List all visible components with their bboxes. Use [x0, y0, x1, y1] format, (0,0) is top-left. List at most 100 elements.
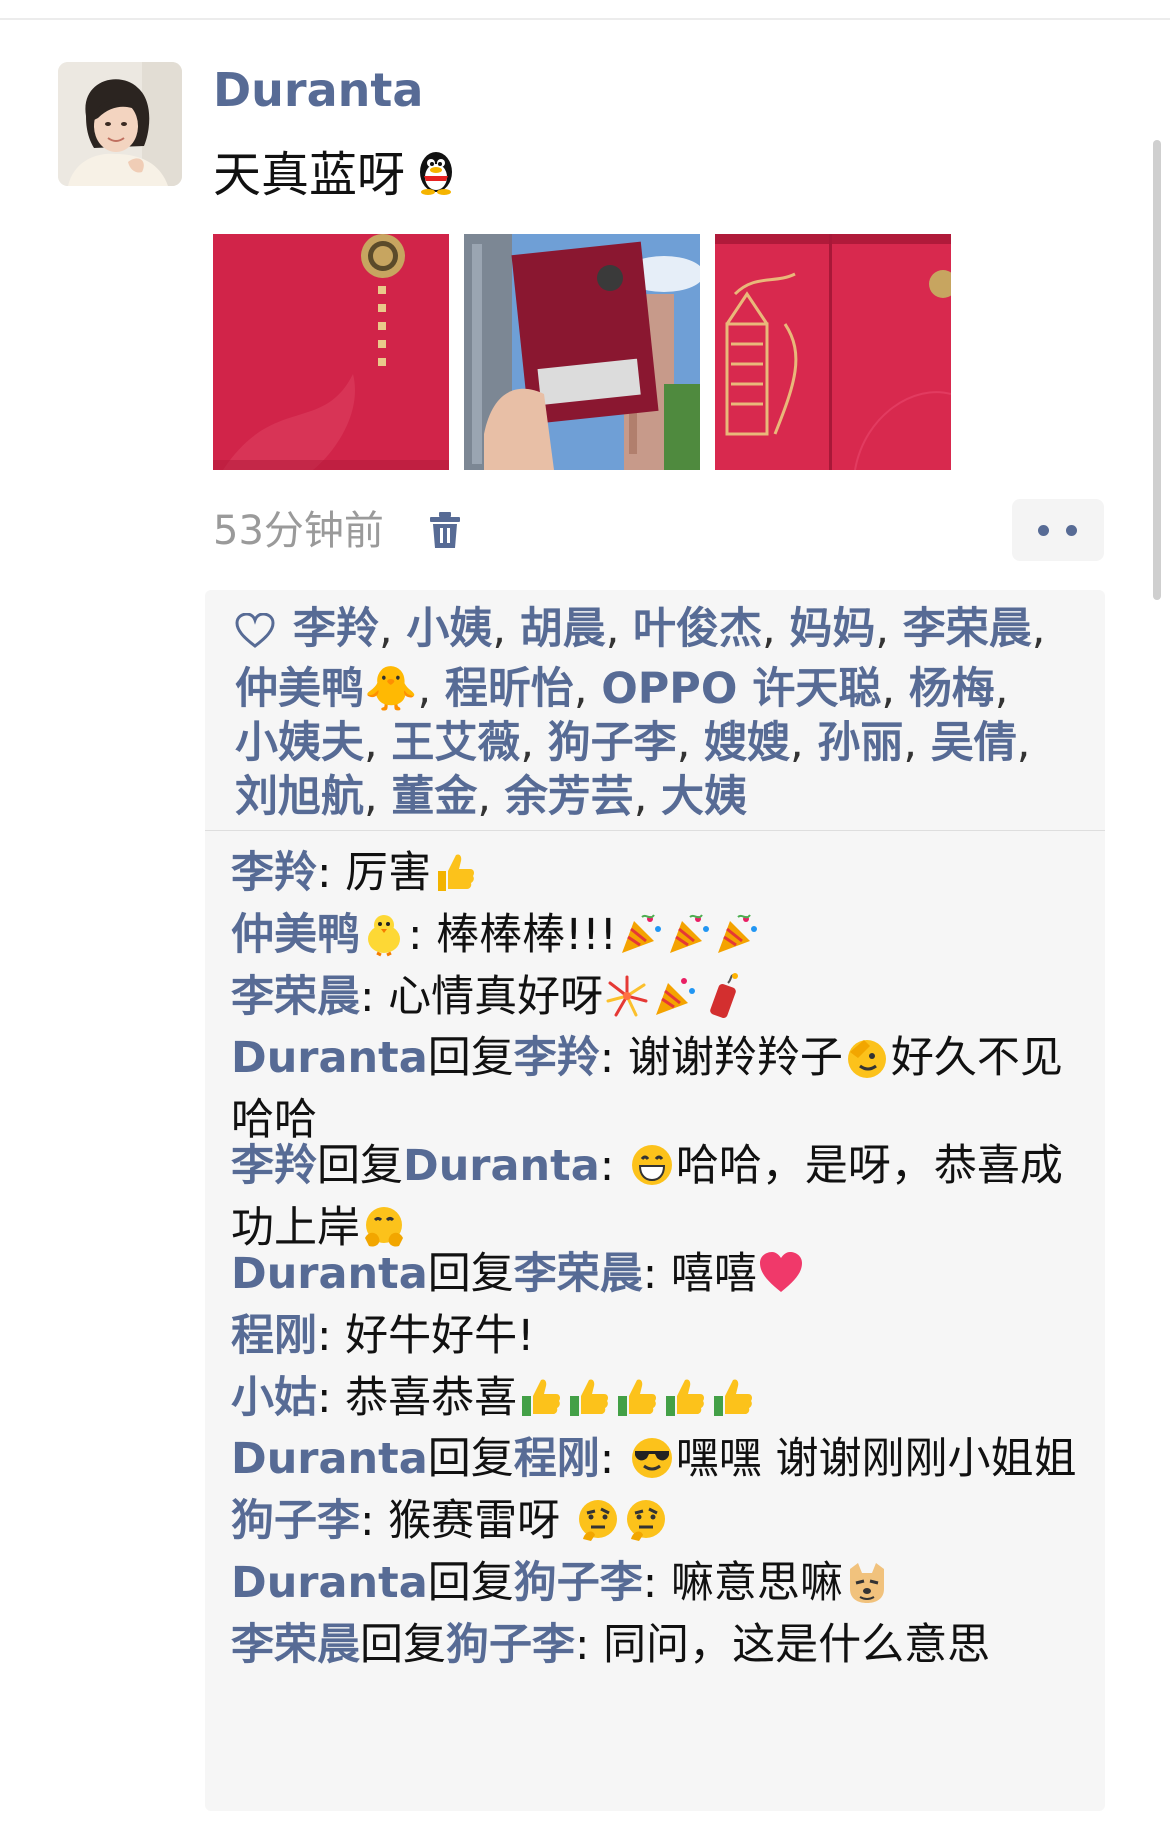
like-name[interactable]: 小姨夫 — [235, 718, 364, 768]
like-name[interactable]: 大姨 — [661, 772, 747, 822]
likes-divider — [205, 830, 1105, 831]
sunglasses-emoji — [629, 1435, 675, 1494]
grin-emoji — [629, 1142, 675, 1201]
comment-text: 嘛意思嘛 — [670, 1558, 843, 1608]
more-dot — [1066, 525, 1077, 536]
reply-word: 回复 — [427, 1434, 514, 1484]
thumbs-up-emoji — [432, 849, 478, 908]
reply-target[interactable]: 狗子李 — [514, 1558, 643, 1608]
thumbs-up-emoji — [662, 1374, 708, 1433]
comment-text: 同问，这是什么意思 — [603, 1620, 991, 1670]
comment-item[interactable]: 小姑: 恭喜恭喜 — [231, 1371, 1101, 1433]
reply-word: 回复 — [360, 1620, 446, 1670]
comment-item[interactable]: Duranta回复狗子李: 嘛意思嘛 — [231, 1556, 1101, 1618]
reply-word: 回复 — [427, 1033, 514, 1083]
comment-author[interactable]: 李羚 — [231, 1141, 317, 1191]
salute-emoji — [844, 1034, 890, 1093]
like-name[interactable]: 程昕怡 — [445, 664, 574, 714]
like-name[interactable]: 胡晨 — [520, 604, 606, 654]
party-popper-emoji — [666, 911, 712, 970]
comment-item[interactable]: 仲美鸭: 棒棒棒!!! — [231, 908, 1101, 970]
party-popper-emoji — [714, 911, 760, 970]
photo-3[interactable] — [715, 234, 951, 470]
comment-author[interactable]: 狗子李 — [231, 1496, 360, 1546]
comment-item[interactable]: Duranta回复李羚: 谢谢羚羚子 好久不见哈哈 — [231, 1031, 1101, 1147]
like-name[interactable]: 嫂嫂 — [704, 718, 790, 768]
thinking-emoji — [575, 1497, 621, 1556]
comment-item[interactable]: 李荣晨: 心情真好呀 — [231, 970, 1101, 1032]
post-text: 天真蓝呀 — [213, 144, 461, 206]
comment-item[interactable]: Duranta回复李荣晨: 嘻嘻 — [231, 1247, 1101, 1309]
like-name[interactable]: 刘旭航 — [235, 772, 364, 822]
reply-word: 回复 — [427, 1249, 514, 1299]
like-name[interactable]: 余芳芸 — [505, 772, 634, 822]
post-time: 53分钟前 — [213, 508, 384, 554]
reply-target[interactable]: Duranta — [403, 1141, 600, 1191]
reply-target[interactable]: 李荣晨 — [514, 1249, 643, 1299]
comment-author[interactable]: 仲美鸭 — [231, 910, 360, 960]
like-name[interactable]: 小姨 — [406, 604, 492, 654]
like-name[interactable]: 董金 — [391, 772, 477, 822]
reply-word: 回复 — [427, 1558, 514, 1608]
thumbs-up-emoji — [566, 1374, 612, 1433]
heart-outline-icon — [235, 608, 275, 662]
comment-item[interactable]: 李羚回复Duranta: 哈哈，是呀，恭喜成功上岸 — [231, 1139, 1101, 1263]
comment-author[interactable]: 李羚 — [231, 848, 317, 898]
like-name[interactable]: 妈妈 — [789, 604, 875, 654]
reply-target[interactable]: 狗子李 — [446, 1620, 575, 1670]
like-name[interactable]: 孙丽 — [817, 718, 903, 768]
like-name[interactable]: 叶俊杰 — [633, 604, 762, 654]
like-name[interactable]: 杨梅 — [909, 664, 995, 714]
like-name[interactable]: OPPO 许天聪 — [601, 664, 881, 714]
like-name[interactable]: 李荣晨 — [903, 604, 1032, 654]
party-popper-emoji — [652, 973, 698, 1032]
comment-item[interactable]: 狗子李: 猴赛雷呀 — [231, 1494, 1101, 1556]
comment-text: 心情真好呀 — [388, 972, 604, 1022]
comment-author[interactable]: Duranta — [231, 1558, 428, 1608]
photo-2[interactable] — [464, 234, 700, 470]
firecracker-emoji — [700, 973, 746, 1032]
comment-author[interactable]: Duranta — [231, 1249, 428, 1299]
post-text-content: 天真蓝呀 — [213, 147, 406, 203]
chick-emoji — [361, 911, 407, 970]
thumbs-up-emoji — [710, 1374, 756, 1433]
comment-text: 嘿嘿 谢谢刚刚小姐姐 — [675, 1434, 1077, 1484]
reply-target[interactable]: 程刚 — [514, 1434, 600, 1484]
comment-author[interactable]: Duranta — [231, 1033, 428, 1083]
scrollbar[interactable] — [1153, 140, 1161, 600]
comment-author[interactable]: Duranta — [231, 1434, 428, 1484]
party-popper-emoji — [618, 911, 664, 970]
more-dots-icon[interactable] — [1012, 499, 1104, 561]
author-avatar[interactable] — [58, 62, 182, 186]
doge-emoji — [844, 1559, 890, 1618]
comment-author[interactable]: 小姑 — [231, 1373, 317, 1423]
comment-text: 谢谢羚羚子 — [627, 1033, 843, 1083]
like-name[interactable]: 狗子李 — [548, 718, 677, 768]
comment-text: 厉害 — [345, 848, 432, 898]
comment-author[interactable]: 程刚 — [231, 1311, 317, 1361]
reply-word: 回复 — [317, 1141, 403, 1191]
more-dot — [1038, 525, 1049, 536]
thumbs-up-emoji — [518, 1374, 564, 1433]
comment-item[interactable]: 李荣晨回复狗子李: 同问，这是什么意思 — [231, 1618, 1101, 1672]
like-name[interactable]: 吴倩 — [931, 718, 1017, 768]
comment-item[interactable]: 李羚: 厉害 — [231, 846, 1101, 908]
like-name[interactable]: 王艾薇 — [391, 718, 520, 768]
comment-text: 猴赛雷呀 — [388, 1496, 574, 1546]
reply-target[interactable]: 李羚 — [514, 1033, 600, 1083]
fireworks-emoji — [604, 973, 650, 1032]
comment-author[interactable]: 李荣晨 — [231, 972, 360, 1022]
trash-icon[interactable] — [428, 512, 462, 554]
penguin-emoji — [411, 146, 461, 211]
comment-author[interactable]: 李荣晨 — [231, 1620, 360, 1670]
comments-area: 李羚, 小姨, 胡晨, 叶俊杰, 妈妈, 李荣晨, 仲美鸭🐥, 程昕怡, OPP… — [205, 590, 1105, 1811]
like-name[interactable]: 李羚 — [293, 604, 379, 654]
comment-text: 好牛好牛! — [345, 1311, 535, 1361]
like-name[interactable]: 仲美鸭🐥 — [235, 664, 418, 714]
author-name[interactable]: Duranta — [213, 60, 423, 120]
likes-list: 李羚, 小姨, 胡晨, 叶俊杰, 妈妈, 李荣晨, 仲美鸭🐥, 程昕怡, OPP… — [235, 604, 1046, 822]
comment-item[interactable]: Duranta回复程刚: 嘿嘿 谢谢刚刚小姐姐 — [231, 1432, 1101, 1494]
comment-text: 恭喜恭喜 — [345, 1373, 518, 1423]
comment-item[interactable]: 程刚: 好牛好牛! — [231, 1309, 1101, 1363]
photo-1[interactable] — [213, 234, 449, 470]
